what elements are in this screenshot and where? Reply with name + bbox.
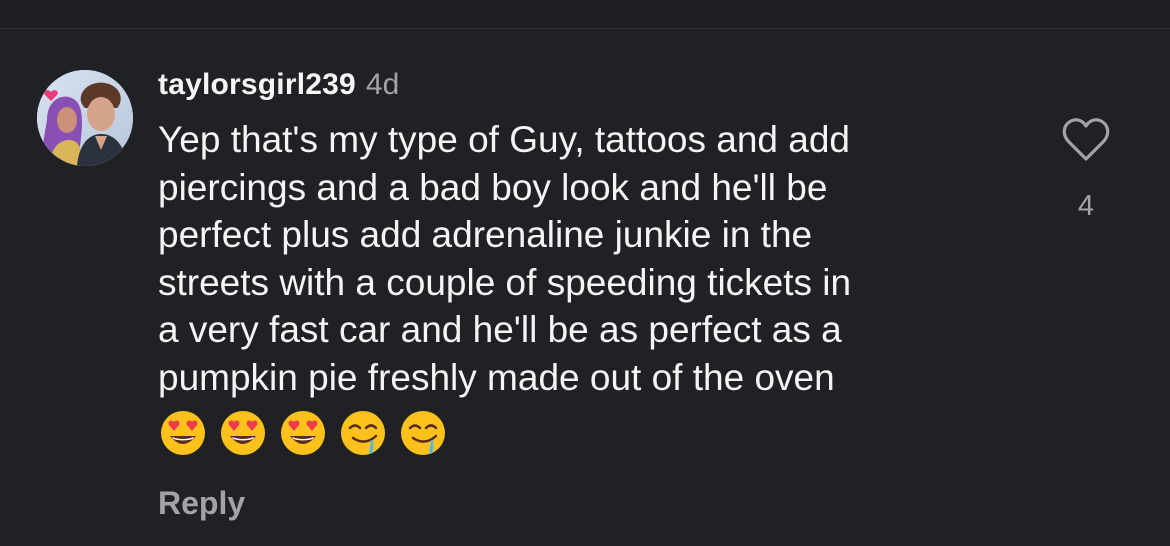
drooling-face-icon [401, 411, 445, 455]
heart-outline-icon[interactable] [1060, 116, 1112, 164]
smiling-face-with-heart-eyes-icon [221, 411, 265, 455]
like-count: 4 [1077, 190, 1095, 222]
smiling-face-with-heart-eyes-icon [161, 411, 205, 455]
drooling-face-icon [341, 411, 385, 455]
comment: taylorsgirl239 4d Yep that's my type of … [0, 28, 1170, 546]
avatar-image [37, 70, 133, 166]
comment-meta: taylorsgirl239 4d [158, 68, 1018, 116]
username-link[interactable]: taylorsgirl239 [158, 68, 356, 102]
reply-button[interactable]: Reply [158, 485, 245, 522]
emoji-row [158, 407, 1018, 459]
like-column: 4 [1060, 116, 1112, 223]
top-divider [0, 0, 1170, 29]
comment-body: taylorsgirl239 4d Yep that's my type of … [158, 68, 1018, 459]
comment-text: Yep that's my type of Guy, tattoos and a… [158, 119, 852, 398]
smiling-face-with-heart-eyes-icon [281, 411, 325, 455]
avatar[interactable] [37, 70, 133, 166]
timestamp: 4d [365, 68, 400, 101]
